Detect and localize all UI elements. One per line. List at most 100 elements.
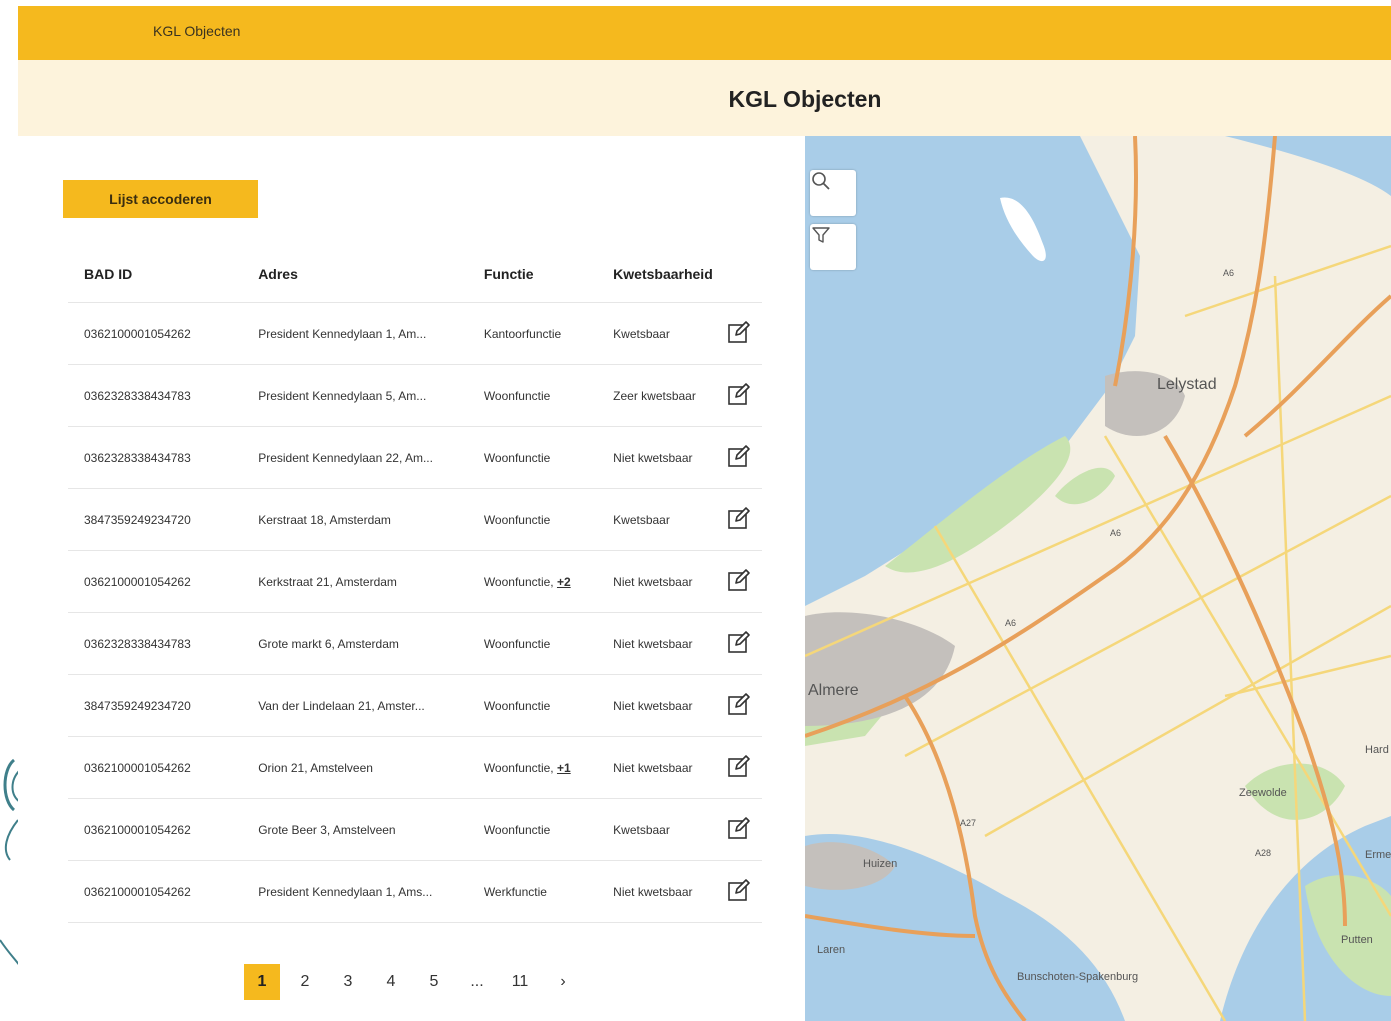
function-text: Woonfunctie (483, 388, 551, 403)
bad-id-text: 0362328338434783 (84, 636, 191, 651)
function-text: Woonfunctie (483, 512, 551, 527)
cell-bad-id: 0362100001054262 (68, 302, 259, 365)
app-name[interactable]: KGL Objecten (153, 23, 240, 39)
cell-vulnerability: Zeer kwetsbaar (613, 364, 727, 427)
bad-id-text: 3847359249234720 (84, 512, 191, 527)
address-text: Van der Lindelaan 21, Amster... (258, 698, 425, 713)
function-text: Woonfunctie (483, 698, 551, 713)
filter-icon (812, 227, 830, 243)
edit-icon[interactable] (727, 382, 751, 406)
map-label-bunschoten: Bunschoten-Spakenburg (1017, 971, 1139, 983)
table-row[interactable]: 0362100001054262 Kerkstraat 21, Amsterda… (68, 550, 762, 613)
cell-vulnerability: Niet kwetsbaar (613, 860, 727, 923)
edit-icon[interactable] (727, 506, 751, 530)
vulnerability-text: Kwetsbaar (613, 326, 670, 341)
column-header-address: Adres (258, 246, 484, 303)
page-button-1[interactable]: 1 (244, 964, 280, 1000)
table-row[interactable]: 3847359249234720 Van der Lindelaan 21, A… (68, 674, 762, 737)
cell-address: Kerstraat 18, Amsterdam (258, 488, 484, 551)
bad-id-text: 0362328338434783 (84, 388, 191, 403)
cell-bad-id: 0362100001054262 (68, 860, 259, 923)
page-title: KGL Objecten (728, 86, 882, 112)
page-button-3[interactable]: 3 (330, 964, 366, 1000)
address-text: Kerkstraat 21, Amsterdam (258, 574, 397, 589)
edit-icon[interactable] (727, 816, 751, 840)
map-label-ermelo: Ermel (1365, 849, 1391, 861)
cell-vulnerability: Kwetsbaar (613, 798, 727, 861)
table-row[interactable]: 0362328338434783 President Kennedylaan 2… (68, 426, 762, 489)
table-row[interactable]: 0362100001054262 President Kennedylaan 1… (68, 302, 762, 365)
app-window: KGL Objecten KGL Objecten Lijst accodere… (18, 6, 1391, 1021)
cell-bad-id: 0362328338434783 (68, 612, 259, 675)
table-row[interactable]: 0362328338434783 President Kennedylaan 5… (68, 364, 762, 427)
cell-actions (726, 550, 762, 613)
page-button-last[interactable]: 11 (502, 964, 538, 1000)
edit-icon-glyph (728, 507, 750, 529)
edit-icon[interactable] (727, 568, 751, 592)
edit-icon[interactable] (727, 630, 751, 654)
address-text: President Kennedylaan 22, Am... (258, 450, 433, 465)
accept-list-button[interactable]: Lijst accoderen (63, 180, 258, 218)
pagination: 1 2 3 4 5 ... 11 › (244, 964, 588, 1000)
bad-id-text: 0362100001054262 (84, 760, 191, 775)
edit-icon[interactable] (727, 878, 751, 902)
cell-function: Woonfunctie (483, 364, 614, 427)
map-search-button[interactable] (810, 170, 856, 216)
page-button-4[interactable]: 4 (373, 964, 409, 1000)
vulnerability-text: Kwetsbaar (613, 512, 670, 527)
cell-bad-id: 0362328338434783 (68, 426, 259, 489)
cell-actions (726, 612, 762, 675)
cell-vulnerability: Niet kwetsbaar (613, 426, 727, 489)
page-button-2[interactable]: 2 (287, 964, 323, 1000)
vulnerability-text: Kwetsbaar (613, 822, 670, 837)
page-button-5[interactable]: 5 (416, 964, 452, 1000)
map-panel[interactable]: A6 A6 A6 A27 A28 Lelystad Almere Zeewold… (805, 136, 1391, 1021)
cell-actions (726, 302, 762, 365)
map-label-huizen: Huizen (863, 858, 898, 870)
address-text: President Kennedylaan 1, Am... (258, 326, 427, 341)
vulnerability-text: Niet kwetsbaar (613, 884, 693, 899)
map-canvas[interactable]: A6 A6 A6 A27 A28 (805, 136, 1391, 1021)
cell-address: Van der Lindelaan 21, Amster... (258, 674, 484, 737)
function-text: Woonfunctie, (483, 574, 557, 589)
cell-actions (726, 860, 762, 923)
column-header-function: Functie (483, 246, 614, 303)
map-filter-button[interactable] (810, 224, 856, 270)
vulnerability-text: Niet kwetsbaar (613, 760, 693, 775)
table-row[interactable]: 0362100001054262 President Kennedylaan 1… (68, 860, 762, 923)
vulnerability-text: Niet kwetsbaar (613, 450, 693, 465)
object-list-panel: Lijst accoderen BAD ID Adres Functie Kwe… (18, 136, 805, 1021)
cell-address: President Kennedylaan 22, Am... (258, 426, 484, 489)
top-bar: KGL Objecten (18, 6, 1391, 60)
address-text: Kerstraat 18, Amsterdam (258, 512, 391, 527)
cell-bad-id: 0362100001054262 (68, 798, 259, 861)
edit-icon-glyph (728, 631, 750, 653)
table-row[interactable]: 0362328338434783 Grote markt 6, Amsterda… (68, 612, 762, 675)
page-ellipsis: ... (470, 973, 484, 990)
table-row[interactable]: 0362100001054262 Grote Beer 3, Amstelvee… (68, 798, 762, 861)
more-functions-link[interactable]: +1 (557, 761, 571, 775)
next-page-chevron-icon[interactable]: › (545, 964, 581, 1000)
edit-icon[interactable] (727, 320, 751, 344)
cell-address: President Kennedylaan 1, Am... (258, 302, 484, 365)
map-label-zeewolde: Zeewolde (1239, 787, 1287, 799)
table-row[interactable]: 0362100001054262 Orion 21, Amstelveen Wo… (68, 736, 762, 799)
road-label-a27: A27 (960, 818, 976, 828)
cell-function: Woonfunctie (483, 798, 614, 861)
cell-function: Woonfunctie (483, 674, 614, 737)
edit-icon-glyph (728, 755, 750, 777)
map-label-laren: Laren (817, 944, 846, 956)
table-row[interactable]: 3847359249234720 Kerstraat 18, Amsterdam… (68, 488, 762, 551)
more-functions-link[interactable]: +2 (557, 575, 571, 589)
edit-icon[interactable] (727, 444, 751, 468)
cell-address: President Kennedylaan 5, Am... (258, 364, 484, 427)
edit-icon[interactable] (727, 692, 751, 716)
title-bar: KGL Objecten (18, 60, 1391, 136)
edit-icon[interactable] (727, 754, 751, 778)
bad-id-text: 3847359249234720 (84, 698, 191, 713)
function-text: Woonfunctie (483, 450, 551, 465)
function-text: Kantoorfunctie (483, 326, 562, 341)
cell-bad-id: 0362328338434783 (68, 364, 259, 427)
search-icon (812, 172, 830, 190)
road-label-a6-north: A6 (1223, 268, 1234, 278)
